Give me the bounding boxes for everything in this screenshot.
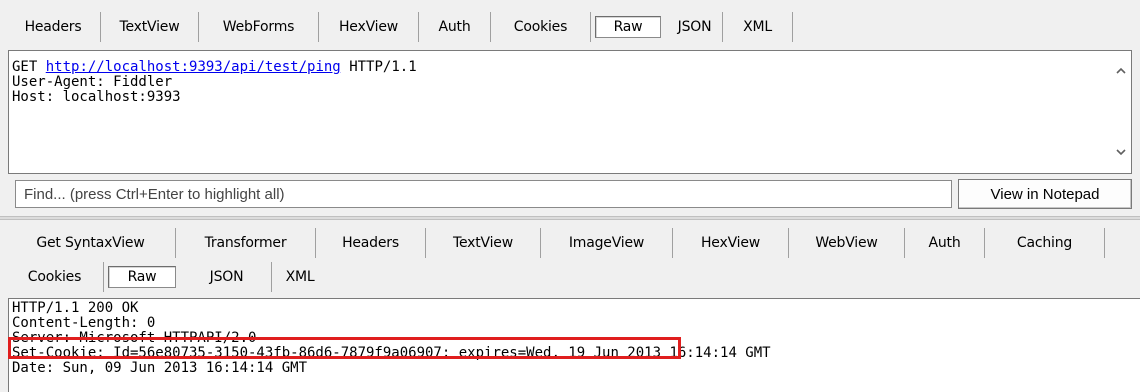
response-tab-webview[interactable]: WebView: [789, 228, 905, 258]
find-input[interactable]: Find... (press Ctrl+Enter to highlight a…: [15, 180, 952, 208]
response-tab-cookies[interactable]: Cookies: [6, 262, 104, 292]
request-tab-headers[interactable]: Headers: [6, 12, 101, 42]
request-tab-hexview[interactable]: HexView: [319, 12, 419, 42]
request-header-line: Host: localhost:9393: [12, 89, 181, 105]
find-placeholder: Find... (press Ctrl+Enter to highlight a…: [24, 185, 285, 203]
request-line: GET http://localhost:9393/api/test/ping …: [9, 60, 1131, 75]
response-tab-headers[interactable]: Headers: [316, 228, 426, 258]
request-tab-textview[interactable]: TextView: [101, 12, 199, 42]
response-tab-transformer[interactable]: Transformer: [176, 228, 316, 258]
response-tab-raw[interactable]: Raw: [108, 266, 176, 288]
request-tab-xml[interactable]: XML: [723, 12, 793, 42]
response-tab-caching[interactable]: Caching: [985, 228, 1105, 258]
request-url-link[interactable]: http://localhost:9393/api/test/ping: [46, 59, 341, 75]
response-tab-auth[interactable]: Auth: [905, 228, 985, 258]
response-status-line: HTTP/1.1 200 OK: [12, 300, 139, 316]
pane-splitter[interactable]: [0, 216, 1140, 220]
response-header-line: Content-Length: 0: [12, 315, 156, 331]
response-header-line: Date: Sun, 09 Jun 2013 16:14:14 GMT: [12, 360, 308, 376]
request-tab-json[interactable]: JSON: [667, 12, 723, 42]
request-protocol: HTTP/1.1: [349, 59, 417, 75]
response-tabbar-row2: Cookies Raw JSON XML: [6, 262, 328, 292]
response-tab-textview[interactable]: TextView: [426, 228, 541, 258]
response-tab-get-syntaxview[interactable]: Get SyntaxView: [6, 228, 176, 258]
request-header-line: User-Agent: Fiddler: [12, 74, 173, 90]
request-tab-raw[interactable]: Raw: [595, 16, 661, 38]
request-tab-cookies[interactable]: Cookies: [491, 12, 591, 42]
request-method: GET: [12, 59, 38, 75]
chevron-down-icon[interactable]: [1114, 145, 1128, 159]
response-tab-xml[interactable]: XML: [272, 262, 328, 292]
request-raw-view[interactable]: GET http://localhost:9393/api/test/ping …: [8, 50, 1132, 174]
response-tab-hexview[interactable]: HexView: [673, 228, 789, 258]
request-tab-auth[interactable]: Auth: [419, 12, 491, 42]
chevron-up-icon[interactable]: [1114, 64, 1128, 78]
highlight-box: [8, 337, 681, 359]
request-tab-webforms[interactable]: WebForms: [199, 12, 319, 42]
response-tab-imageview[interactable]: ImageView: [541, 228, 673, 258]
response-tab-json[interactable]: JSON: [182, 262, 272, 292]
response-tabbar-row1: Get SyntaxView Transformer Headers TextV…: [6, 228, 1105, 258]
view-in-notepad-button[interactable]: View in Notepad: [958, 179, 1132, 209]
request-tabbar: Headers TextView WebForms HexView Auth C…: [6, 12, 793, 42]
